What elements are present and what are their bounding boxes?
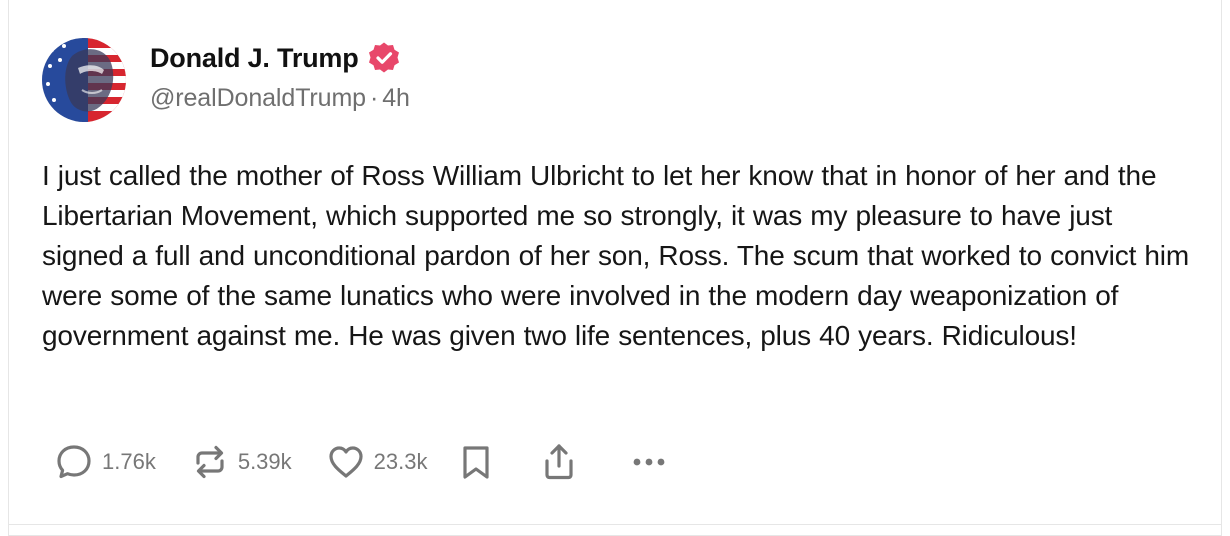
- card-divider: [8, 524, 1222, 525]
- avatar-image: [42, 38, 126, 122]
- heart-icon: [326, 442, 366, 482]
- repost-count: 5.39k: [237, 449, 292, 474]
- reply-button[interactable]: 1.76k: [54, 442, 156, 482]
- avatar[interactable]: [42, 38, 126, 122]
- bookmark-icon: [459, 442, 493, 482]
- author-display-name[interactable]: Donald J. Trump: [150, 43, 359, 74]
- post-actions-bar: 1.76k 5.39k 23.3k: [54, 440, 669, 484]
- like-count: 23.3k: [373, 449, 428, 474]
- speech-bubble-icon: [54, 442, 94, 482]
- bookmark-button[interactable]: [459, 442, 493, 482]
- author-name-row: Donald J. Trump: [150, 38, 401, 78]
- reply-count: 1.76k: [102, 449, 156, 474]
- share-button[interactable]: [539, 442, 579, 482]
- share-upload-icon: [539, 442, 579, 482]
- author-meta: @realDonaldTrump · 4h: [150, 84, 410, 113]
- post-body-text: I just called the mother of Ross William…: [42, 160, 1189, 351]
- more-options-button[interactable]: [629, 442, 669, 482]
- verified-badge-icon: [367, 41, 401, 75]
- post-card: Donald J. Trump @realDonaldTrump · 4h I ju…: [8, 0, 1222, 536]
- ellipsis-icon: [629, 442, 669, 482]
- repost-button[interactable]: 5.39k: [190, 442, 292, 482]
- repost-arrows-icon: [190, 442, 230, 482]
- meta-separator: ·: [370, 84, 379, 112]
- author-handle[interactable]: @realDonaldTrump: [150, 84, 366, 112]
- like-button[interactable]: 23.3k: [326, 442, 428, 482]
- post-timestamp[interactable]: 4h: [382, 84, 410, 112]
